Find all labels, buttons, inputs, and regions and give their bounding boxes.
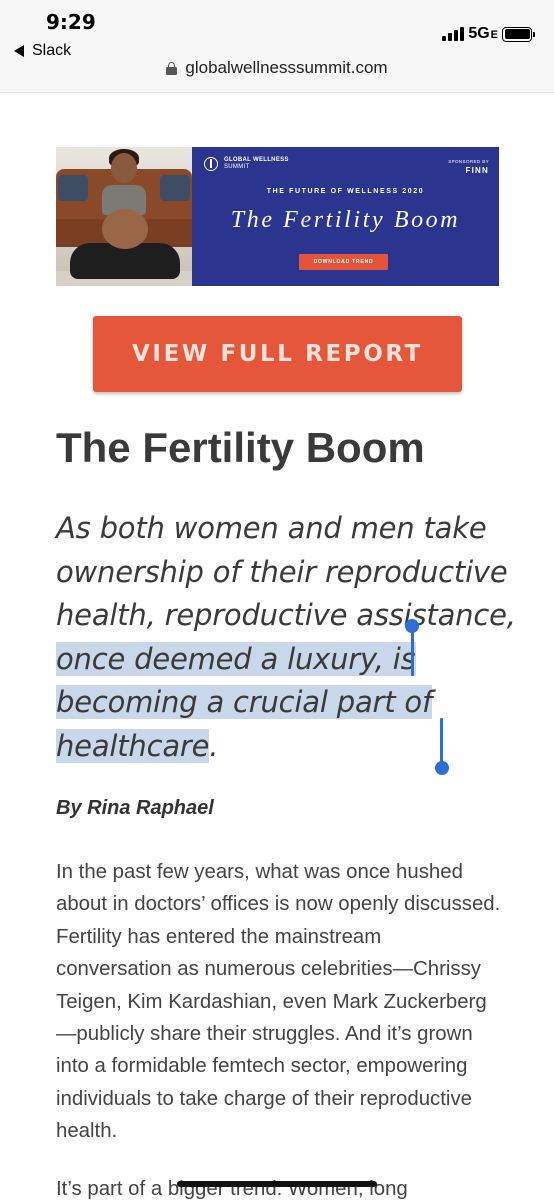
article-title: The Fertility Boom	[56, 424, 425, 471]
banner-photo	[56, 147, 192, 286]
text-selection[interactable]: once deemed a luxury, is becoming a cruc…	[56, 641, 432, 763]
selection-start-handle[interactable]	[405, 619, 419, 633]
promo-banner[interactable]: GLOBAL WELLNESS SUMMIT SPONSORED BY FINN …	[56, 147, 499, 286]
download-trend-button[interactable]: DOWNLOAD TREND	[299, 254, 388, 270]
signal-icon	[442, 27, 465, 41]
browser-chrome: 9:29 Slack 5GE globalwellnesssummit.com	[0, 0, 554, 93]
lock-icon	[166, 61, 178, 75]
banner-kicker: THE FUTURE OF WELLNESS 2020	[266, 188, 425, 195]
address-bar[interactable]: globalwellnesssummit.com	[0, 58, 554, 78]
status-time: 9:29	[46, 10, 96, 34]
gws-logo: GLOBAL WELLNESS SUMMIT	[204, 157, 289, 171]
sponsor-logo: SPONSORED BY FINN	[448, 159, 489, 175]
home-indicator[interactable]	[177, 1181, 377, 1187]
article-subheading[interactable]: As both women and men take ownership of …	[56, 507, 516, 768]
back-arrow-icon	[14, 45, 24, 57]
selection-end-handle[interactable]	[435, 761, 449, 775]
battery-icon	[502, 26, 535, 42]
selection-start-caret[interactable]	[411, 626, 414, 676]
banner-title: The Fertility Boom	[230, 207, 461, 233]
byline: By Rina Raphael	[56, 797, 214, 819]
view-full-report-button[interactable]: VIEW FULL REPORT	[93, 316, 462, 392]
article-paragraph: In the past few years, what was once hus…	[56, 861, 501, 1143]
banner-promo-panel: GLOBAL WELLNESS SUMMIT SPONSORED BY FINN …	[192, 147, 499, 286]
status-indicators: 5GE	[442, 25, 535, 43]
url-text: globalwellnesssummit.com	[185, 58, 388, 77]
network-type: 5GE	[468, 25, 498, 42]
selection-end-caret[interactable]	[440, 718, 443, 766]
gws-logo-icon	[204, 157, 218, 171]
